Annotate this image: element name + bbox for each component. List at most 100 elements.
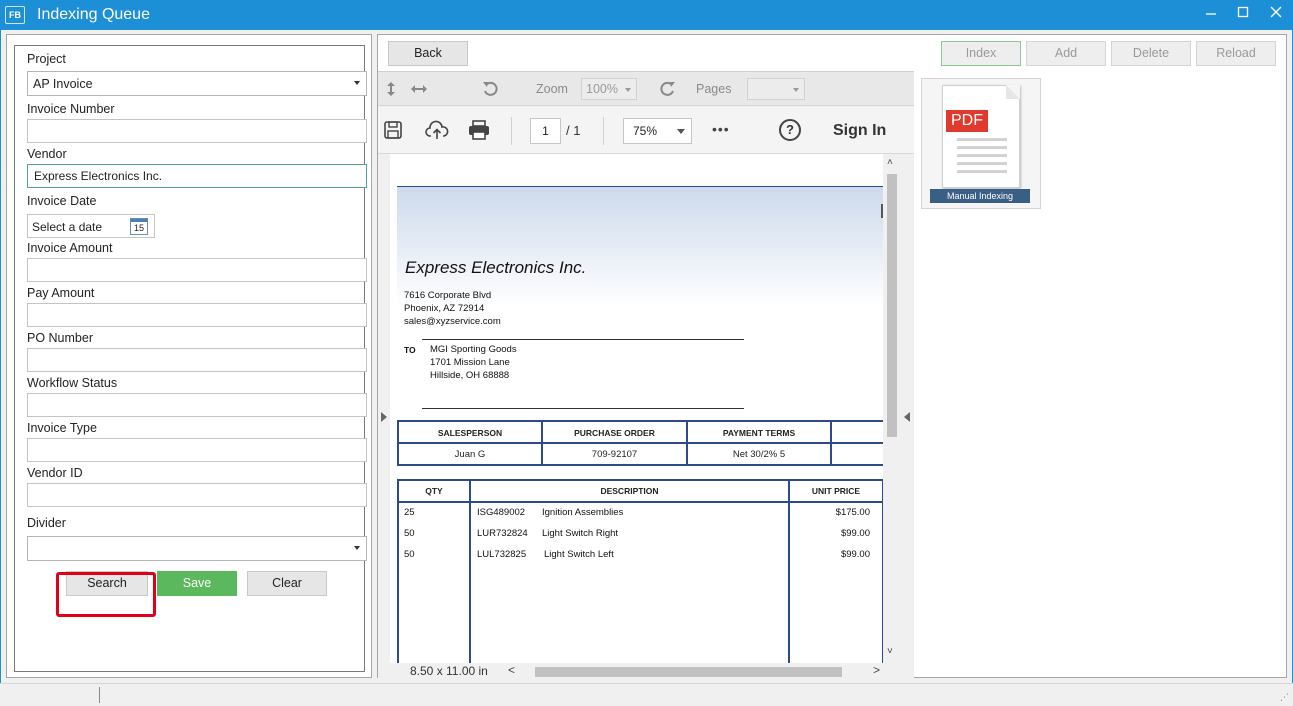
document-panel: Back Index Add Delete Reload Zoom 100% P… [377,34,1287,679]
thumb-line [957,162,1007,165]
fit-width-icon[interactable] [410,83,428,98]
delete-button[interactable]: Delete [1111,41,1191,66]
pdf-badge: PDF [946,110,988,132]
invoice-rule [422,408,744,409]
invoice-address-2: Phoenix, AZ 72914 [404,303,485,314]
project-value: AP Invoice [33,77,93,91]
table-header-purchase-order: PURCHASE ORDER [574,428,655,438]
rotate-left-icon[interactable] [482,80,500,101]
item-price: $175.00 [835,507,870,518]
thumb-line [957,138,1007,141]
expand-left-icon[interactable] [381,412,387,422]
invoice-date-placeholder: Select a date [32,220,103,234]
table-header-salesperson: SALESPERSON [437,428,503,438]
print-icon[interactable] [468,120,490,143]
index-form: Project AP Invoice Invoice Number Vendor… [14,45,367,672]
chevron-down-icon [793,88,799,92]
reload-button[interactable]: Reload [1196,41,1276,66]
scroll-right-icon[interactable]: > [873,663,880,677]
invoice-type-input[interactable] [27,438,367,462]
clear-button[interactable]: Clear [247,571,327,596]
rotate-right-icon[interactable] [658,80,676,101]
divider-select[interactable] [27,536,367,561]
chevron-down-icon [677,129,685,134]
thumb-line [957,154,1007,157]
zoom-label: Zoom [536,82,568,96]
table-header-payment-terms: PAYMENT TERMS [722,428,796,438]
po-number-label: PO Number [27,331,93,345]
divider-label: Divider [27,516,66,530]
table-rule [830,420,832,466]
document-page: Express Electronics Inc. 7616 Corporate … [390,154,900,663]
status-separator [99,687,100,703]
page-number-input[interactable]: 1 [530,118,561,144]
page-corner [1006,85,1020,99]
salesperson-value: Juan G [454,449,486,460]
purchase-order-value: 709-92107 [591,449,638,460]
invoice-rule [422,339,744,340]
invoice-date-picker[interactable]: Select a date 15 [27,214,155,238]
pdf-viewer: Zoom 100% Pages / 1 ••• ? 1 75% Sign In … [378,71,914,679]
vendor-input[interactable]: Express Electronics Inc. [27,164,367,188]
invoice-company-name: Express Electronics Inc. [405,258,587,277]
project-label: Project [27,52,66,66]
invoice-to-line-1: MGI Sporting Goods [430,344,517,355]
invoice-number-input[interactable] [27,119,367,143]
table-rule [469,479,471,663]
app-icon: FB [5,6,25,24]
fit-height-icon[interactable] [384,81,398,100]
table-header-qty: QTY [425,486,443,496]
item-description: Light Switch Left [544,549,614,560]
scroll-left-icon[interactable]: < [508,663,515,677]
pages-label: Pages [696,82,732,96]
page-total: / 1 [566,123,581,138]
item-qty: 50 [404,528,415,539]
chevron-down-icon [625,88,631,92]
zoom-select-top[interactable]: 100% [581,78,637,100]
sign-in-link[interactable]: Sign In [833,122,886,140]
invoice-to-line-3: Hillside, OH 68888 [430,370,510,381]
invoice-number-label: Invoice Number [27,102,115,116]
invoice-amount-input[interactable] [27,258,367,282]
minimize-icon[interactable] [1194,0,1228,30]
po-number-input[interactable] [27,348,367,372]
invoice-to-label: TO [404,345,416,355]
more-options-icon[interactable]: ••• [712,121,730,137]
upload-cloud-icon[interactable] [425,119,449,144]
pdf-file-icon: PDF [942,85,1020,188]
help-icon[interactable]: ? [779,119,801,141]
vendor-id-input[interactable] [27,483,367,507]
vertical-scroll-thumb[interactable] [887,174,897,437]
window-title: Indexing Queue [37,6,150,23]
save-icon[interactable] [383,120,403,143]
scroll-down-icon[interactable]: ˅ [887,646,893,657]
save-button[interactable]: Save [157,571,237,596]
index-button[interactable]: Index [941,41,1021,66]
viewer-toolbar-top: Zoom 100% Pages [378,72,914,106]
close-icon[interactable] [1259,0,1293,30]
add-button[interactable]: Add [1026,41,1106,66]
invoice-amount-label: Invoice Amount [27,241,113,255]
workflow-status-input[interactable] [27,393,367,417]
vendor-label: Vendor [27,147,67,161]
item-sku: LUR732824 [477,528,528,539]
item-description: Light Switch Right [542,528,619,539]
title-bar: FB Indexing Queue [0,0,1293,30]
document-thumbnail[interactable]: PDF Manual Indexing [921,78,1041,209]
maximize-icon[interactable] [1226,0,1260,30]
calendar-icon[interactable]: 15 [130,218,148,235]
back-button[interactable]: Back [388,41,468,66]
item-price: $99.00 [840,549,870,560]
table-header-unit-price: UNIT PRICE [811,486,861,496]
horizontal-scroll-thumb[interactable] [535,667,842,677]
zoom-select[interactable]: 75% [623,118,692,144]
zoom-select-value: 75% [633,124,658,138]
collapse-right-icon[interactable] [904,412,910,422]
invoice-address-1: 7616 Corporate Blvd [404,290,492,301]
pages-select[interactable] [747,78,805,100]
resize-grip-icon[interactable]: ⋰ [1280,692,1289,703]
project-select[interactable]: AP Invoice [27,71,367,96]
pay-amount-input[interactable] [27,303,367,327]
chevron-down-icon [354,81,360,85]
scroll-up-icon[interactable]: ˄ [887,157,893,168]
